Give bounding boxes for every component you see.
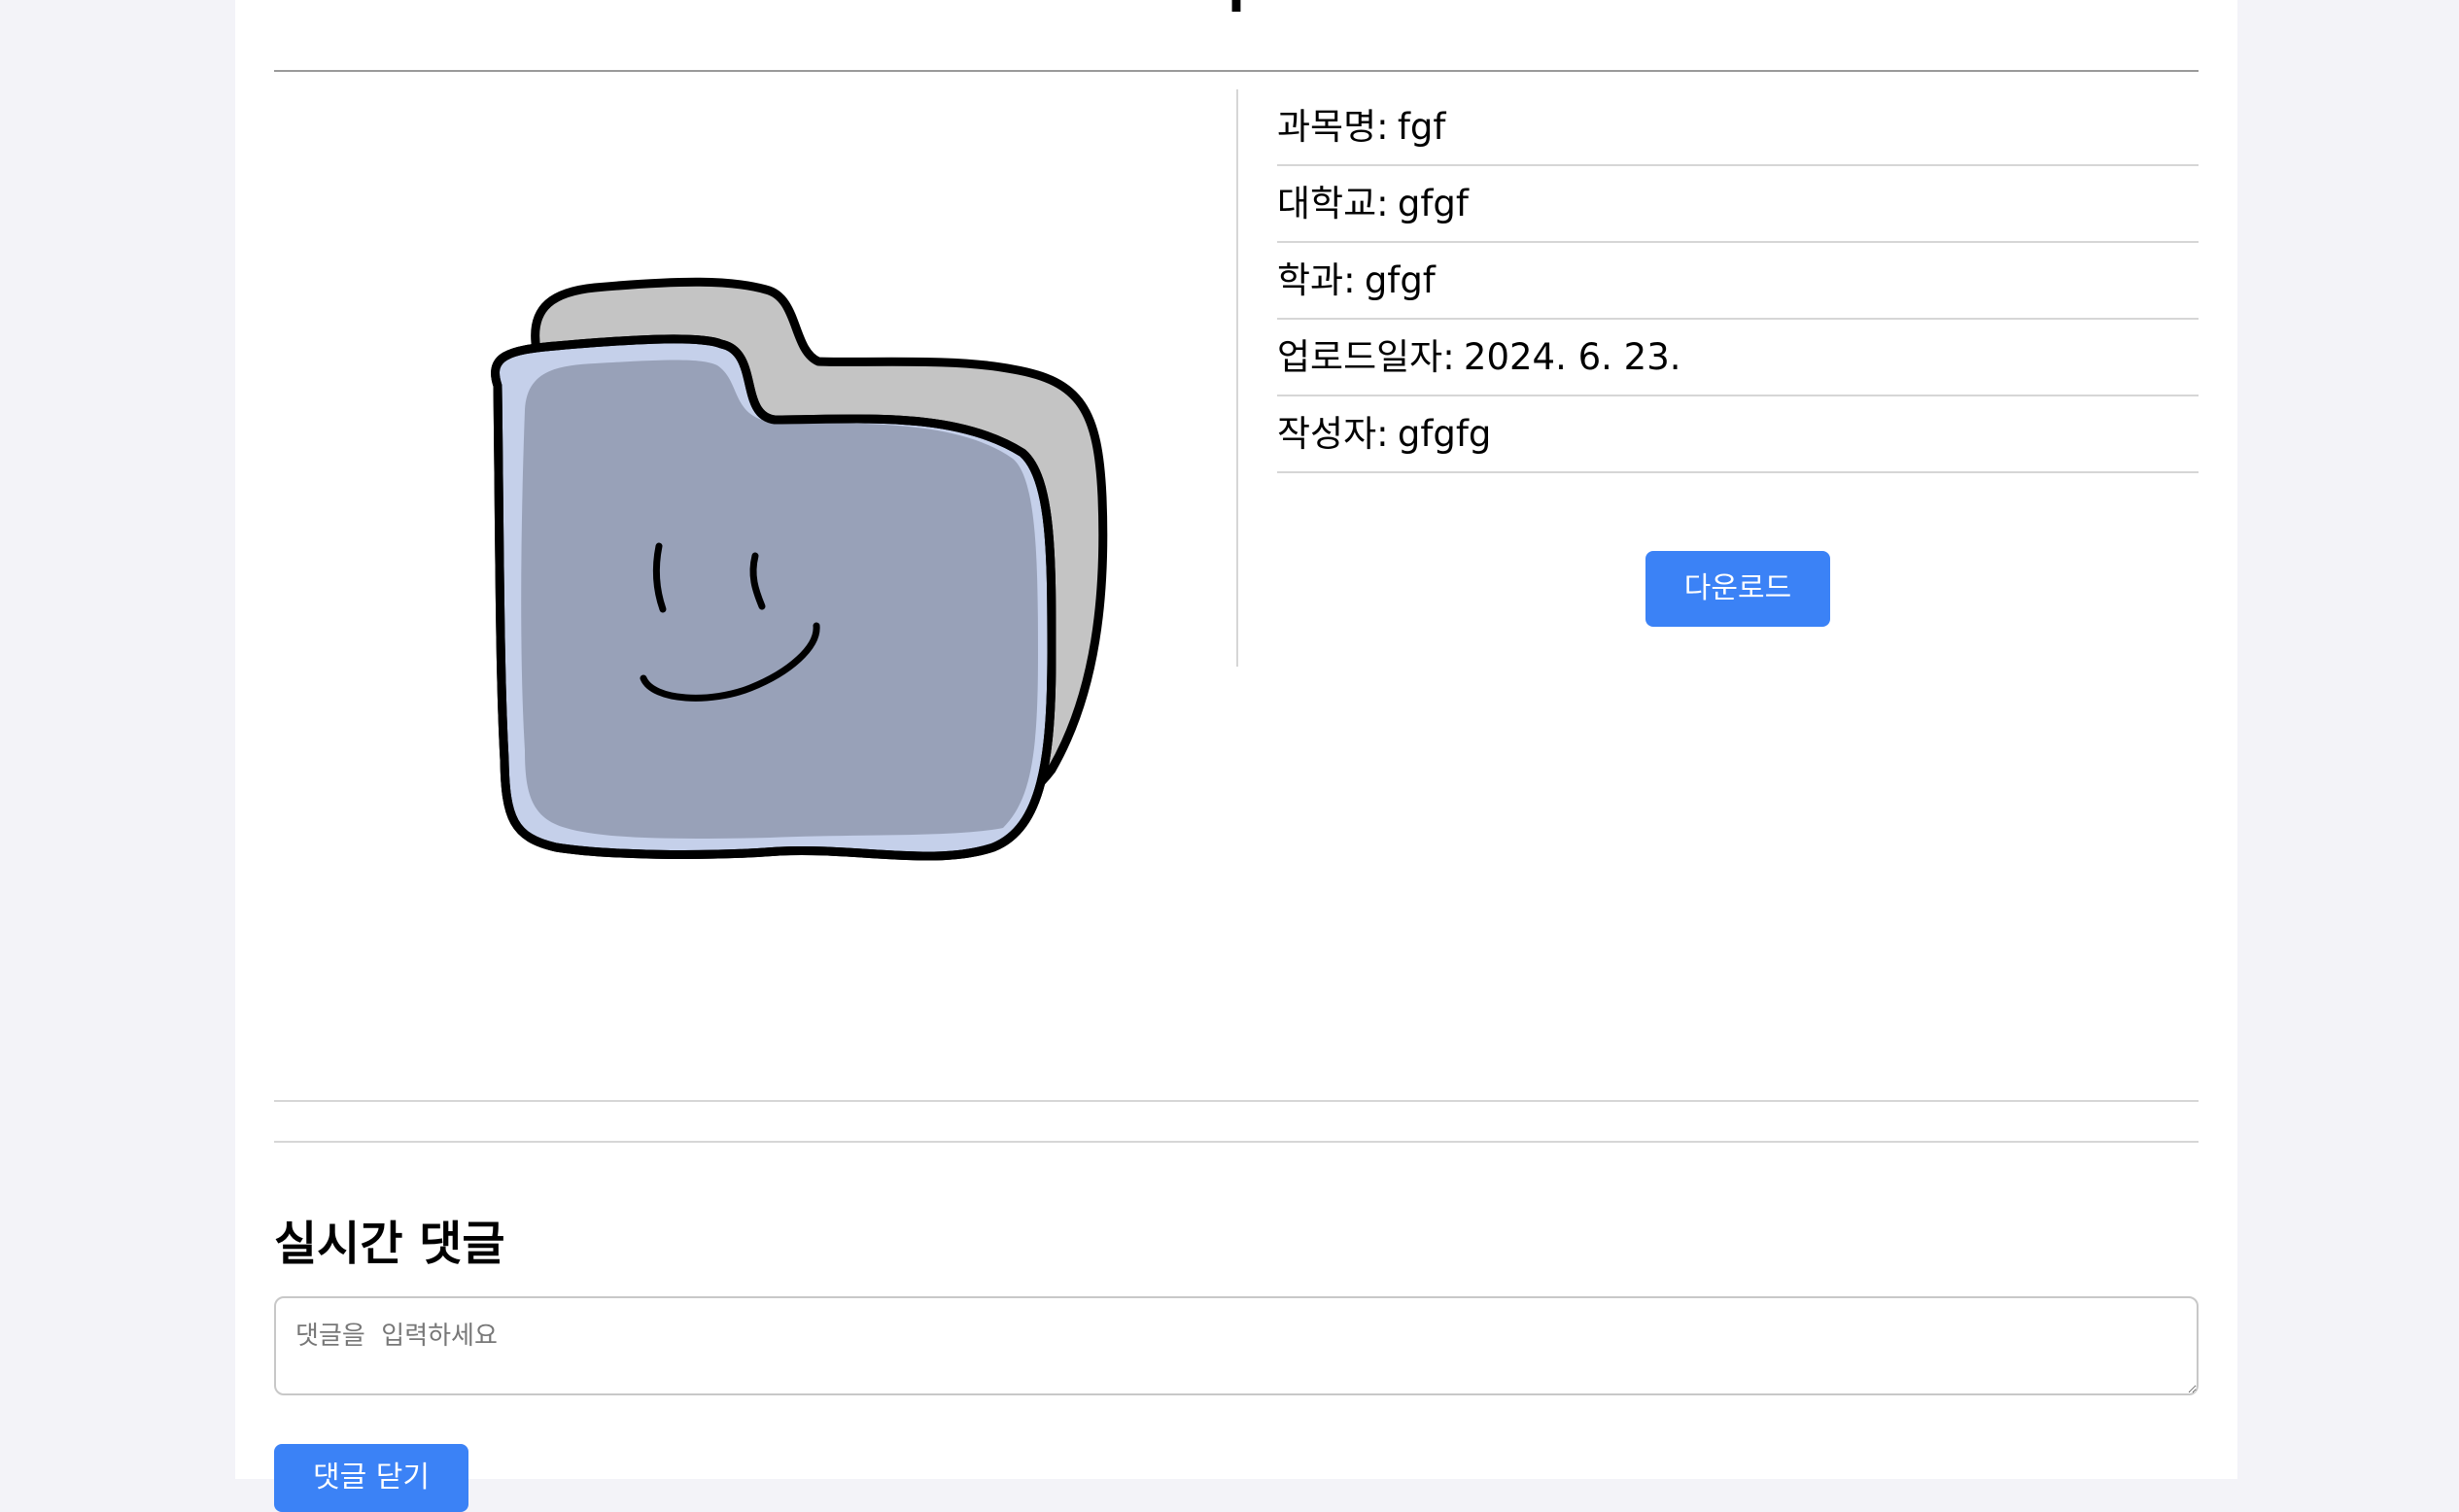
detail-value: 2024. 6. 23. [1463,336,1681,378]
detail-value: gfgf [1397,183,1469,224]
detail-value: gfgf [1364,259,1436,301]
detail-label: 학과 [1277,259,1344,301]
detail-row-department: 학과: gfgf [1277,243,2199,320]
close-comments-button[interactable]: 댓글 닫기 [274,1444,468,1512]
section-divider [274,1141,2199,1143]
download-button[interactable]: 다운로드 [1645,551,1830,627]
detail-value: gfgfg [1397,413,1492,455]
header-divider [274,70,2199,72]
detail-label: 과목명 [1277,106,1377,148]
detail-row-upload-date: 업로드일자: 2024. 6. 23. [1277,320,2199,396]
smiling-folder-icon [491,277,1108,861]
file-details: 과목명: fgf 대학교: gfgf 학과: gfgf 업로드일자: 2024. 6. … [1277,89,2199,473]
comment-input[interactable] [274,1296,2199,1395]
comments-title: 실시간 댓글 [274,1217,505,1271]
detail-label: 대학교 [1277,183,1377,224]
section-divider [274,1100,2199,1102]
file-preview [274,89,1207,1071]
detail-label: 작성자 [1277,413,1377,455]
detail-label: 업로드일자 [1277,336,1443,378]
detail-row-university: 대학교: gfgf [1277,166,2199,243]
page-title: | [235,0,2237,12]
detail-row-author: 작성자: gfgfg [1277,396,2199,473]
content-card: | 과목명:fgf 대학교:gfgf 학과:gfgf 업로드일자:2024. 6… [235,0,2237,1512]
detail-row-subject: 과목명: fgf [1277,89,2199,166]
detail-value: fgf [1397,106,1446,148]
column-divider [1236,89,1238,667]
